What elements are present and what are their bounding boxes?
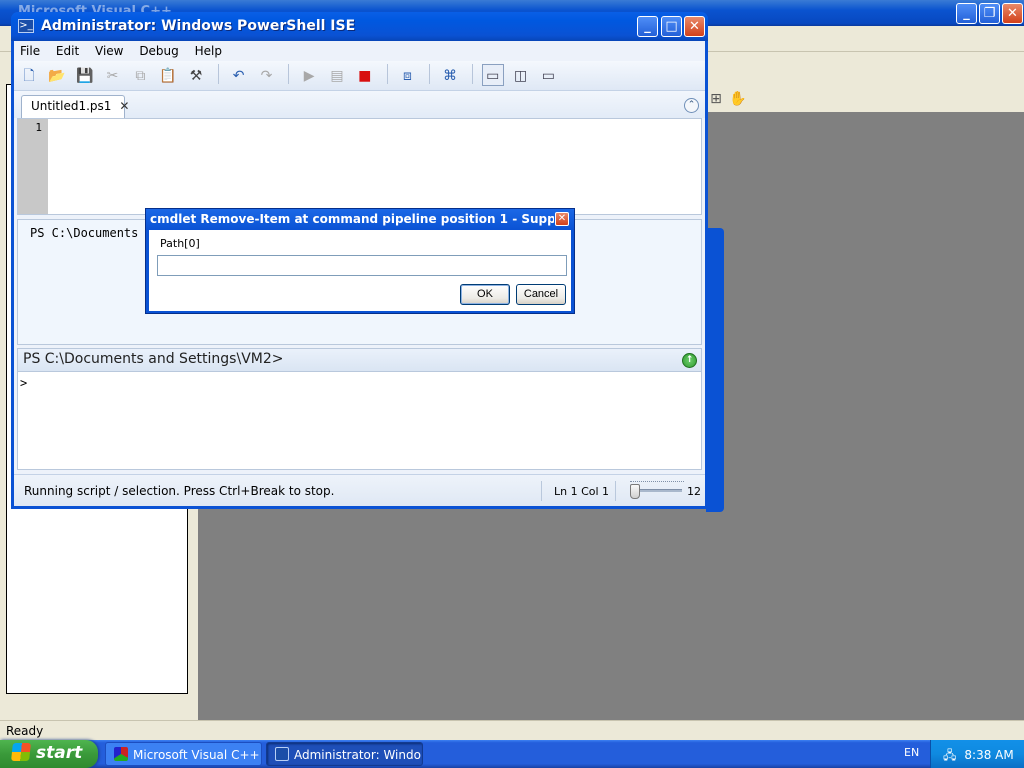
toolbar-separator [429, 64, 431, 84]
powershell-console-icon[interactable]: ⌘ [439, 65, 461, 87]
close-button[interactable]: ✕ [684, 16, 705, 37]
command-prompt: PS C:\Documents and Settings\VM2> [23, 351, 284, 367]
menu-file[interactable]: File [20, 44, 40, 58]
visual-cpp-icon [114, 747, 128, 761]
command-pane-header: PS C:\Documents and Settings\VM2> ↑ [17, 348, 702, 372]
menubar: File Edit View Debug Help [14, 41, 705, 61]
powershell-icon: >_ [18, 19, 34, 33]
network-icon[interactable]: 🖧 [943, 748, 956, 762]
cancel-button[interactable]: Cancel [516, 284, 566, 305]
start-label: start [36, 743, 83, 763]
new-file-icon[interactable]: 🗋 [18, 65, 40, 87]
task-label: Administrator: Windo... [294, 748, 423, 762]
system-tray: 🖧 8:38 AM [930, 740, 1024, 768]
supply-values-dialog: cmdlet Remove-Item at command pipeline p… [145, 208, 575, 314]
status-message: Running script / selection. Press Ctrl+B… [24, 484, 335, 498]
menu-help[interactable]: Help [195, 44, 222, 58]
new-remote-tab-icon[interactable]: ⧈ [396, 65, 418, 87]
background-toolbar-buttons: ⊞ ✋ [705, 88, 775, 110]
dialog-close-button[interactable]: ✕ [555, 212, 569, 226]
cursor-position: Ln 1 Col 1 [554, 485, 610, 498]
run-script-icon[interactable]: ▶ [298, 65, 320, 87]
toolbar-separator [471, 64, 473, 84]
cut-icon[interactable]: ✂ [101, 65, 123, 87]
menu-view[interactable]: View [95, 44, 123, 58]
toolbar-separator [217, 64, 219, 84]
layout-maximized-icon[interactable]: ▭ [537, 65, 559, 87]
task-label: Microsoft Visual C++ [133, 748, 260, 762]
run-selection-icon[interactable]: ▤ [326, 65, 348, 87]
start-button[interactable]: start [0, 740, 98, 768]
save-icon[interactable]: 💾 [74, 65, 96, 87]
zoom-slider-thumb[interactable] [630, 484, 640, 499]
minimize-button[interactable]: _ [637, 16, 658, 37]
ise-title: Administrator: Windows PowerShell ISE [41, 18, 356, 34]
powershell-icon [275, 747, 289, 761]
toolbar: 🗋 📂 💾 ✂ ⧉ 📋 ⚒ ↶ ↷ ▶ ▤ ■ ⧈ ⌘ ▭ ◫ ▭ [14, 61, 705, 91]
taskbar-item-visual-cpp[interactable]: Microsoft Visual C++ [105, 742, 262, 766]
dialog-titlebar[interactable]: cmdlet Remove-Item at command pipeline p… [146, 209, 574, 230]
zoom-value: 12 [687, 485, 701, 498]
redo-icon[interactable]: ↷ [255, 65, 277, 87]
language-indicator[interactable]: EN [904, 746, 919, 759]
tab-untitled1[interactable]: Untitled1.ps1 ✕ [21, 95, 129, 118]
collapse-script-pane-icon[interactable]: ⌃ [684, 98, 699, 113]
zoom-icon[interactable]: ⊞ [705, 88, 727, 110]
ok-button[interactable]: OK [460, 284, 510, 305]
background-close-button[interactable]: ✕ [1002, 3, 1023, 24]
taskbar-item-powershell-ise[interactable]: Administrator: Windo... [266, 742, 423, 766]
clock: 8:38 AM [964, 748, 1014, 762]
tab-strip: Untitled1.ps1 ✕ ⌃ [14, 91, 705, 118]
script-pane[interactable]: 1 [17, 118, 702, 215]
ise-titlebar[interactable]: >_ Administrator: Windows PowerShell ISE… [11, 12, 708, 41]
menu-debug[interactable]: Debug [139, 44, 178, 58]
paste-icon[interactable]: 📋 [157, 65, 179, 87]
status-bar: Running script / selection. Press Ctrl+B… [14, 474, 705, 506]
toolbar-separator [386, 64, 388, 84]
windows-flag-icon [11, 743, 31, 761]
line-number-gutter: 1 [18, 119, 48, 214]
path-input[interactable] [157, 255, 567, 276]
background-restore-button[interactable]: ❐ [979, 3, 1000, 24]
command-pane[interactable]: > [17, 372, 702, 470]
tab-label: Untitled1.ps1 [31, 99, 112, 113]
close-tab-icon[interactable]: ✕ [119, 99, 129, 113]
status-separator [615, 481, 616, 501]
layout-horizontal-icon[interactable]: ◫ [510, 65, 532, 87]
run-command-icon[interactable]: ↑ [682, 353, 697, 368]
open-folder-icon[interactable]: 📂 [46, 65, 68, 87]
clear-icon[interactable]: ⚒ [185, 65, 207, 87]
background-status-bar: Ready [0, 720, 1024, 740]
background-window-edge [706, 228, 724, 512]
dialog-body: Path[0] OK Cancel [149, 230, 571, 311]
path-field-label: Path[0] [160, 237, 200, 250]
maximize-button[interactable]: □ [661, 16, 682, 37]
stop-icon[interactable]: ■ [354, 65, 376, 87]
hand-icon[interactable]: ✋ [727, 88, 749, 110]
status-separator [541, 481, 542, 501]
toolbar-separator [288, 64, 290, 84]
layout-vertical-icon[interactable]: ▭ [481, 64, 504, 86]
undo-icon[interactable]: ↶ [228, 65, 250, 87]
copy-icon[interactable]: ⧉ [129, 65, 151, 87]
dialog-title: cmdlet Remove-Item at command pipeline p… [150, 212, 554, 226]
background-minimize-button[interactable]: _ [956, 3, 977, 24]
menu-edit[interactable]: Edit [56, 44, 79, 58]
